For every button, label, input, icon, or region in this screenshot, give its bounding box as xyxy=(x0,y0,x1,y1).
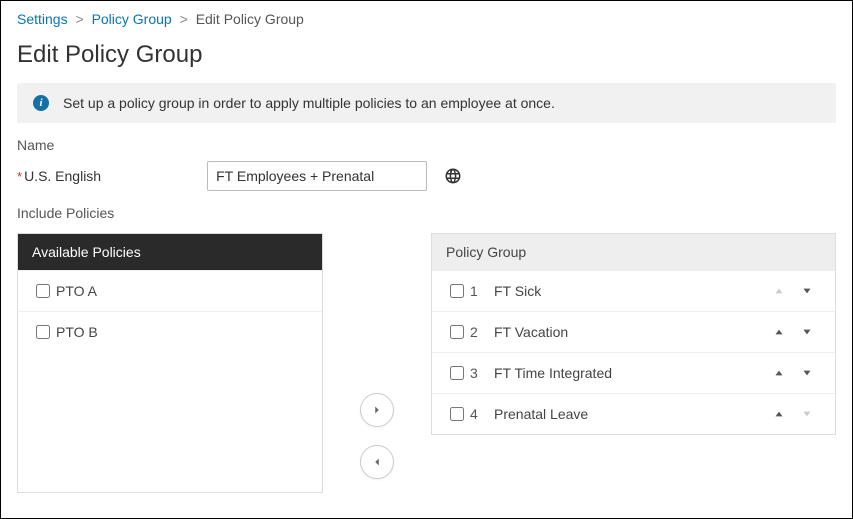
asterisk-icon: * xyxy=(17,169,22,184)
separator-icon: > xyxy=(71,11,87,27)
info-banner: i Set up a policy group in order to appl… xyxy=(17,83,836,123)
breadcrumb-current: Edit Policy Group xyxy=(196,11,304,27)
available-policies-panel: Available Policies PTO A PTO B xyxy=(17,233,323,493)
policy-group-panel: Policy Group 1 FT Sick 2 FT Vacation xyxy=(431,233,836,435)
select-policy-checkbox[interactable] xyxy=(450,325,464,339)
order-index: 1 xyxy=(470,283,494,299)
policy-label: PTO B xyxy=(56,324,308,340)
chevron-right-icon xyxy=(370,403,384,417)
breadcrumb-settings[interactable]: Settings xyxy=(17,11,68,27)
move-up-button[interactable] xyxy=(765,325,793,339)
triangle-up-icon xyxy=(772,325,786,339)
policy-group-header: Policy Group xyxy=(432,234,835,270)
select-policy-checkbox[interactable] xyxy=(450,366,464,380)
language-label: U.S. English xyxy=(24,168,101,184)
add-to-group-button[interactable] xyxy=(360,393,394,427)
policy-label: Prenatal Leave xyxy=(494,406,765,422)
triangle-up-icon xyxy=(772,407,786,421)
remove-from-group-button[interactable] xyxy=(360,445,394,479)
breadcrumb-policy-group[interactable]: Policy Group xyxy=(92,11,172,27)
name-label: Name xyxy=(17,137,836,153)
move-down-button[interactable] xyxy=(793,366,821,380)
group-policy-row: 1 FT Sick xyxy=(432,270,835,311)
separator-icon: > xyxy=(176,11,192,27)
order-index: 2 xyxy=(470,324,494,340)
group-name-input[interactable] xyxy=(207,161,427,191)
select-policy-checkbox[interactable] xyxy=(36,325,50,339)
available-policy-row: PTO B xyxy=(18,311,322,352)
select-policy-checkbox[interactable] xyxy=(36,284,50,298)
policy-label: PTO A xyxy=(56,283,308,299)
available-policies-header: Available Policies xyxy=(18,234,322,270)
triangle-down-icon xyxy=(800,366,814,380)
required-indicator: *U.S. English xyxy=(17,168,101,184)
available-policy-row: PTO A xyxy=(18,270,322,311)
group-policy-row: 3 FT Time Integrated xyxy=(432,352,835,393)
order-index: 4 xyxy=(470,406,494,422)
page-title: Edit Policy Group xyxy=(1,33,852,83)
group-policy-row: 4 Prenatal Leave xyxy=(432,393,835,434)
chevron-left-icon xyxy=(370,455,384,469)
globe-icon xyxy=(444,167,462,185)
locale-button[interactable] xyxy=(441,164,465,188)
policy-label: FT Vacation xyxy=(494,324,765,340)
info-message: Set up a policy group in order to apply … xyxy=(63,95,555,111)
breadcrumb: Settings > Policy Group > Edit Policy Gr… xyxy=(1,1,852,33)
info-icon: i xyxy=(33,95,49,111)
move-down-button[interactable] xyxy=(793,325,821,339)
select-policy-checkbox[interactable] xyxy=(450,284,464,298)
transfer-controls xyxy=(323,233,431,479)
policy-label: FT Sick xyxy=(494,283,765,299)
move-down-button xyxy=(793,407,821,421)
triangle-up-icon xyxy=(772,366,786,380)
group-policy-row: 2 FT Vacation xyxy=(432,311,835,352)
order-index: 3 xyxy=(470,365,494,381)
move-up-button[interactable] xyxy=(765,366,793,380)
triangle-down-icon xyxy=(800,325,814,339)
include-policies-label: Include Policies xyxy=(17,205,836,221)
triangle-down-icon xyxy=(800,407,814,421)
move-up-button xyxy=(765,284,793,298)
move-down-button[interactable] xyxy=(793,284,821,298)
select-policy-checkbox[interactable] xyxy=(450,407,464,421)
triangle-down-icon xyxy=(800,284,814,298)
move-up-button[interactable] xyxy=(765,407,793,421)
policy-label: FT Time Integrated xyxy=(494,365,765,381)
triangle-up-icon xyxy=(772,284,786,298)
